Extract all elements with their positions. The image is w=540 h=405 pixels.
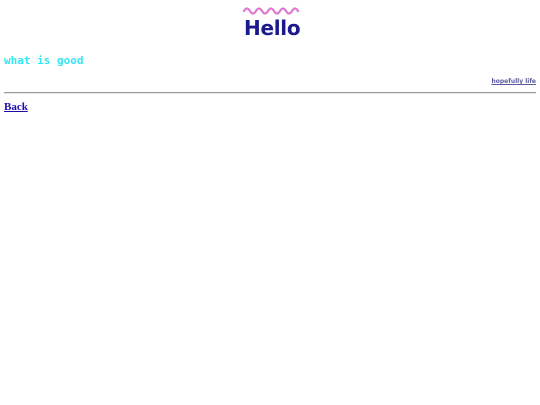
back-link[interactable]: Back: [4, 100, 28, 114]
hello-logo: Hello: [243, 5, 301, 40]
logo-title: Hello: [244, 16, 301, 40]
tagline-text: what is good: [4, 54, 84, 67]
horizontal-divider: [4, 92, 536, 94]
wave-decoration-icon: [243, 7, 299, 15]
small-note-text: hopefully life: [491, 78, 536, 85]
